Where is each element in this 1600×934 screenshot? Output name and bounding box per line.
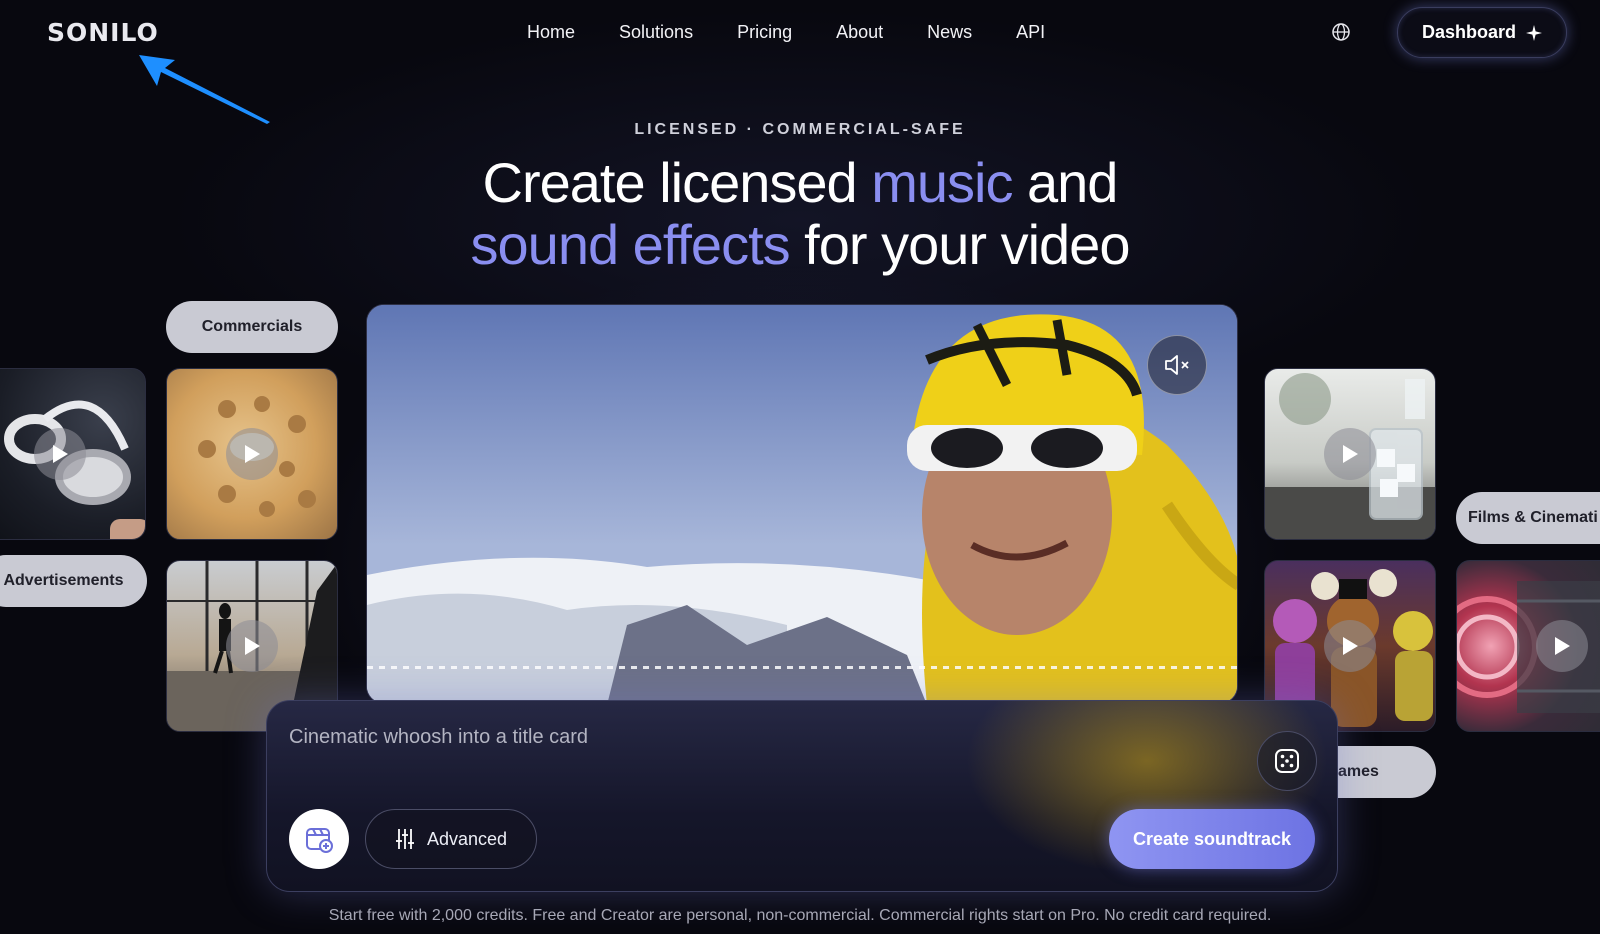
nav-solutions[interactable]: Solutions: [619, 20, 693, 44]
upload-video-button[interactable]: [289, 809, 349, 869]
prompt-panel: Advanced Create soundtrack: [266, 700, 1338, 892]
globe-icon[interactable]: [1331, 22, 1351, 42]
main-nav: Home Solutions Pricing About News API: [527, 20, 1089, 44]
nav-home[interactable]: Home: [527, 20, 575, 44]
nav-news[interactable]: News: [927, 20, 972, 44]
headline-accent: music: [871, 151, 1013, 214]
featured-video[interactable]: [366, 304, 1238, 704]
dashboard-label: Dashboard: [1421, 22, 1517, 42]
nav-about[interactable]: About: [836, 20, 883, 44]
sparkle-icon: [1526, 24, 1543, 41]
category-films[interactable]: Films & Cinemati: [1456, 492, 1600, 544]
thumb-waffle[interactable]: [166, 368, 338, 540]
create-soundtrack-button[interactable]: Create soundtrack: [1109, 809, 1315, 869]
headline-text: and: [1012, 151, 1118, 214]
thumb-ice-glass[interactable]: [1264, 368, 1436, 540]
play-icon[interactable]: [226, 428, 278, 480]
prompt-input[interactable]: [289, 719, 1209, 755]
video-frame-art: [367, 305, 1237, 703]
hero-headline: Create licensed music and sound effects …: [0, 152, 1600, 276]
annotation-arrow-icon: [139, 55, 270, 124]
play-icon[interactable]: [1324, 620, 1376, 672]
thumb-turbine[interactable]: [1456, 560, 1600, 732]
video-upload-icon: [306, 828, 333, 853]
play-icon[interactable]: [226, 620, 278, 672]
play-icon[interactable]: [34, 428, 86, 480]
randomize-button[interactable]: [1257, 731, 1317, 791]
category-commercials[interactable]: Commercials: [166, 301, 338, 353]
mute-button[interactable]: [1147, 335, 1207, 395]
dice-icon: [1275, 749, 1299, 773]
advanced-label: Advanced: [426, 828, 508, 849]
video-progress-track[interactable]: [367, 666, 1237, 669]
play-icon[interactable]: [1324, 428, 1376, 480]
sliders-icon: [395, 829, 414, 849]
dashboard-button[interactable]: Dashboard: [1397, 7, 1567, 58]
headline-line-1: Create licensed music and: [0, 152, 1600, 214]
thumb-headphones[interactable]: [0, 368, 146, 540]
play-icon[interactable]: [1536, 620, 1589, 672]
nav-pricing[interactable]: Pricing: [737, 20, 792, 44]
advanced-button[interactable]: Advanced: [365, 809, 537, 869]
category-advertisements[interactable]: Advertisements: [0, 555, 147, 607]
nav-api[interactable]: API: [1016, 20, 1045, 44]
hero-eyebrow: LICENSED · COMMERCIAL-SAFE: [634, 121, 966, 138]
headline-text: Create licensed: [482, 151, 872, 214]
pricing-footnote: Start free with 2,000 credits. Free and …: [328, 907, 1272, 924]
logo[interactable]: SONILO: [47, 18, 159, 47]
headline-line-2: sound effects for your video: [0, 214, 1600, 276]
headline-accent: sound effects: [470, 213, 791, 276]
headline-text: for your video: [789, 213, 1130, 276]
speaker-muted-icon: [1165, 355, 1189, 375]
